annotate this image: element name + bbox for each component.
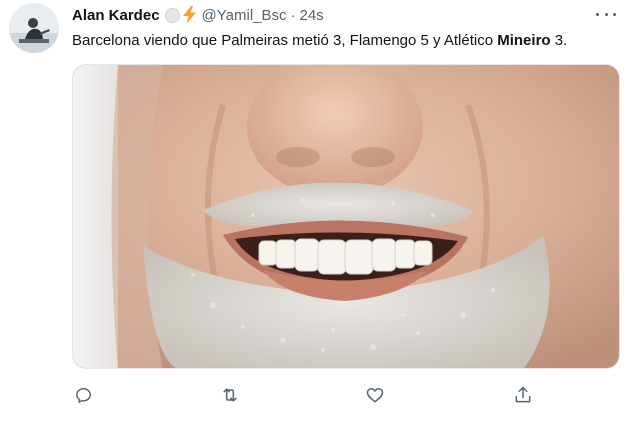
tweet-text: Barcelona viendo que Palmeiras metió 3, …: [72, 31, 567, 51]
tweet-text-part: Barcelona viendo que Palmeiras metió 3, …: [72, 32, 498, 49]
separator-dot: ·: [290, 6, 296, 24]
share-icon[interactable]: [512, 384, 534, 406]
more-options-icon[interactable]: [596, 8, 616, 20]
tweet-image[interactable]: [72, 64, 620, 369]
author-handle[interactable]: @Yamil_Bsc: [202, 7, 287, 24]
tweet-header: Alan Kardec @Yamil_Bsc · 24s: [72, 5, 324, 25]
like-icon[interactable]: [364, 384, 386, 406]
tweet[interactable]: Alan Kardec @Yamil_Bsc · 24s Barcelona v…: [0, 0, 638, 421]
retweet-icon[interactable]: [219, 384, 241, 406]
face-photo: [73, 65, 619, 368]
reply-icon[interactable]: [72, 384, 94, 406]
timestamp[interactable]: 24s: [300, 7, 324, 24]
verified-badge-icon: [164, 7, 180, 23]
tweet-text-end: 3.: [550, 32, 568, 49]
author-name[interactable]: Alan Kardec: [72, 7, 160, 24]
tweet-actions: [72, 384, 552, 408]
tweet-text-bold: Mineiro: [497, 32, 551, 49]
avatar[interactable]: [9, 3, 59, 53]
lightning-icon: [182, 6, 197, 24]
avatar-image: [9, 3, 59, 53]
